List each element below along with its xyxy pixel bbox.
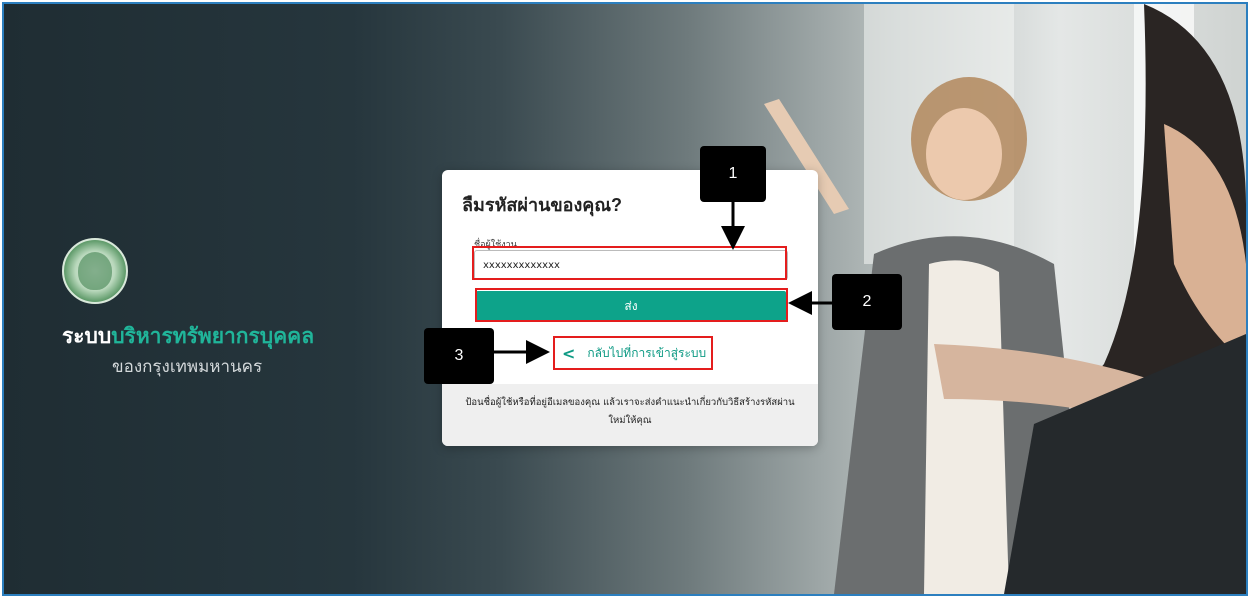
callout-2: 2 bbox=[832, 274, 902, 330]
callout-3: 3 bbox=[424, 328, 494, 384]
callout-1: 1 bbox=[700, 146, 766, 202]
page-frame: ระบบบริหารทรัพยากรบุคคล ของกรุงเทพมหานคร… bbox=[2, 2, 1248, 596]
annotation-arrows bbox=[494, 202, 832, 364]
